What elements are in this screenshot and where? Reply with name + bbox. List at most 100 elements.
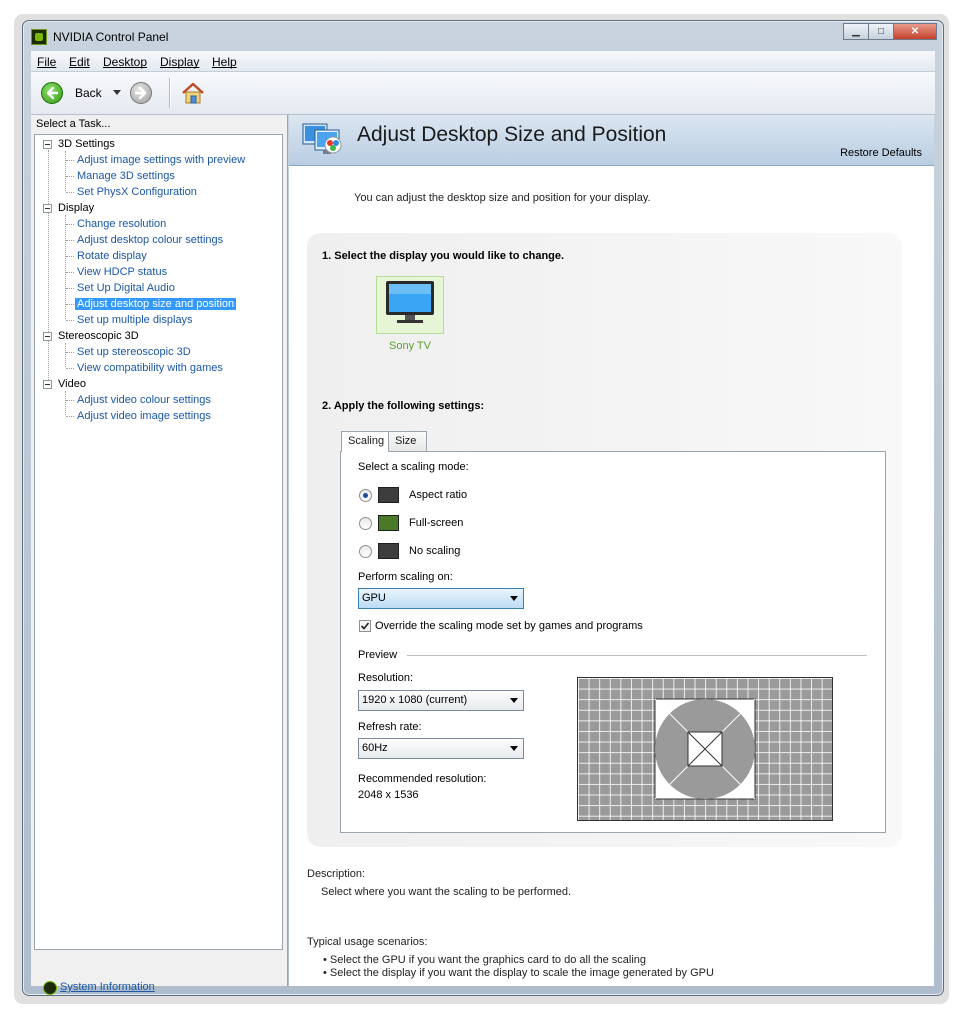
tab-scaling[interactable]: Scaling bbox=[341, 431, 389, 452]
menu-desktop[interactable]: Desktop bbox=[103, 55, 147, 69]
back-button[interactable] bbox=[41, 82, 63, 104]
tree-connector bbox=[66, 320, 74, 321]
sidebar-item-label: Rotate display bbox=[77, 250, 147, 262]
sidebar-item-multiple-displays[interactable]: Set up multiple displays bbox=[75, 312, 195, 328]
sidebar-item-label: Set up multiple displays bbox=[77, 314, 193, 326]
scaling-mode-label: Select a scaling mode: bbox=[358, 461, 469, 473]
close-button[interactable]: ✕ bbox=[893, 23, 937, 40]
refresh-rate-dropdown[interactable]: 60Hz bbox=[358, 738, 524, 759]
usage-item: • Select the display if you want the dis… bbox=[323, 967, 714, 979]
system-info-icon bbox=[43, 981, 57, 995]
display-name: Sony TV bbox=[389, 340, 431, 352]
checkmark-icon bbox=[360, 622, 370, 630]
perform-scaling-dropdown[interactable]: GPU bbox=[358, 588, 524, 609]
nvidia-icon bbox=[31, 29, 47, 45]
mode-label-no-scaling[interactable]: No scaling bbox=[409, 545, 460, 557]
category-label: Video bbox=[58, 378, 86, 390]
scaling-tab-body: Select a scaling mode: Aspect ratio Full… bbox=[340, 451, 886, 833]
perform-scaling-label: Perform scaling on: bbox=[358, 571, 453, 583]
sidebar-item-hdcp-status[interactable]: View HDCP status bbox=[75, 264, 169, 280]
menu-help[interactable]: Help bbox=[212, 55, 237, 69]
sidebar-item-desktop-colour[interactable]: Adjust desktop colour settings bbox=[75, 232, 225, 248]
tree-category-video[interactable]: Video bbox=[43, 376, 86, 392]
menu-display[interactable]: Display bbox=[160, 55, 199, 69]
tree-connector bbox=[66, 368, 74, 369]
tree-category-3d-settings[interactable]: 3D Settings bbox=[43, 136, 115, 152]
tree-connector bbox=[66, 224, 74, 225]
resolution-dropdown[interactable]: 1920 x 1080 (current) bbox=[358, 690, 524, 711]
toolbar-separator bbox=[169, 78, 170, 108]
history-dropdown-arrow-icon[interactable] bbox=[113, 90, 121, 95]
sidebar-item-desktop-size-position[interactable]: Adjust desktop size and position bbox=[75, 296, 237, 312]
chevron-down-icon bbox=[510, 698, 518, 703]
collapse-icon[interactable] bbox=[43, 332, 52, 341]
restore-defaults-link[interactable]: Restore Defaults bbox=[840, 147, 922, 159]
collapse-icon[interactable] bbox=[43, 204, 52, 213]
sidebar-item-physx[interactable]: Set PhysX Configuration bbox=[75, 184, 199, 200]
content-pane: Adjust Desktop Size and Position Restore… bbox=[289, 115, 934, 986]
sidebar-item-label: Adjust desktop colour settings bbox=[77, 234, 224, 246]
system-information-label[interactable]: System Information bbox=[60, 981, 155, 993]
sidebar-item-change-resolution[interactable]: Change resolution bbox=[75, 216, 168, 232]
radio-aspect-ratio[interactable] bbox=[359, 489, 372, 502]
title-bar[interactable]: NVIDIA Control Panel ▁ □ ✕ bbox=[23, 21, 943, 51]
tree-connector bbox=[66, 416, 74, 417]
tree-branch-line bbox=[65, 391, 66, 415]
category-label: Stereoscopic 3D bbox=[58, 330, 139, 342]
display-tile-sony-tv[interactable] bbox=[376, 276, 444, 334]
tree-connector bbox=[66, 352, 74, 353]
tree-connector bbox=[66, 288, 74, 289]
maximize-icon: □ bbox=[877, 26, 885, 37]
radio-no-scaling[interactable] bbox=[359, 545, 372, 558]
sidebar-item-video-colour[interactable]: Adjust video colour settings bbox=[75, 392, 213, 408]
tree-connector bbox=[66, 272, 74, 273]
collapse-icon[interactable] bbox=[43, 380, 52, 389]
menu-file[interactable]: File bbox=[37, 55, 56, 69]
page-header: Adjust Desktop Size and Position Restore… bbox=[289, 115, 934, 166]
sidebar-item-compatibility[interactable]: View compatibility with games bbox=[75, 360, 225, 376]
step-1-heading: 1. Select the display you would like to … bbox=[322, 250, 565, 262]
collapse-icon[interactable] bbox=[43, 140, 52, 149]
mode-label-full-screen[interactable]: Full-screen bbox=[409, 517, 463, 529]
tree-branch-line bbox=[65, 343, 66, 367]
preview-label: Preview bbox=[358, 649, 398, 661]
sidebar-item-rotate-display[interactable]: Rotate display bbox=[75, 248, 149, 264]
home-icon[interactable] bbox=[180, 80, 206, 106]
task-pane: Select a Task... 3D Settings Adjust imag… bbox=[31, 115, 288, 995]
preview-separator bbox=[407, 655, 867, 656]
no-scaling-icon bbox=[378, 543, 399, 559]
step-2-heading: 2. Apply the following settings: bbox=[322, 400, 485, 412]
forward-button[interactable] bbox=[130, 82, 152, 104]
chevron-down-icon bbox=[510, 746, 518, 751]
menu-edit[interactable]: Edit bbox=[69, 55, 90, 69]
back-label[interactable]: Back bbox=[75, 86, 102, 100]
override-label[interactable]: Override the scaling mode set by games a… bbox=[375, 620, 643, 632]
window-controls: ▁ □ ✕ bbox=[843, 23, 937, 40]
sidebar-item-video-image[interactable]: Adjust video image settings bbox=[75, 408, 213, 424]
radio-full-screen[interactable] bbox=[359, 517, 372, 530]
sidebar-item-setup-stereoscopic[interactable]: Set up stereoscopic 3D bbox=[75, 344, 193, 360]
sidebar-item-digital-audio[interactable]: Set Up Digital Audio bbox=[75, 280, 177, 296]
full-screen-icon bbox=[378, 515, 399, 531]
override-checkbox[interactable] bbox=[359, 620, 371, 632]
settings-panel: 1. Select the display you would like to … bbox=[307, 233, 902, 847]
menu-bar: File Edit Desktop Display Help bbox=[31, 51, 935, 72]
category-label: 3D Settings bbox=[58, 138, 115, 150]
tab-size[interactable]: Size bbox=[388, 431, 427, 451]
mode-label-aspect-ratio[interactable]: Aspect ratio bbox=[409, 489, 467, 501]
tree-category-stereoscopic-3d[interactable]: Stereoscopic 3D bbox=[43, 328, 139, 344]
arrow-right-icon bbox=[134, 86, 147, 100]
tree-category-display[interactable]: Display bbox=[43, 200, 94, 216]
toolbar: Back bbox=[31, 72, 935, 115]
minimize-icon: ▁ bbox=[852, 26, 860, 37]
description-text: Select where you want the scaling to be … bbox=[321, 886, 572, 898]
app-window: NVIDIA Control Panel ▁ □ ✕ File Edit Des… bbox=[22, 20, 944, 996]
maximize-button[interactable]: □ bbox=[868, 23, 894, 40]
sidebar-item-manage-3d-settings[interactable]: Manage 3D settings bbox=[75, 168, 177, 184]
tree-connector bbox=[66, 192, 74, 193]
sidebar-item-adjust-image-settings[interactable]: Adjust image settings with preview bbox=[75, 152, 247, 168]
minimize-button[interactable]: ▁ bbox=[843, 23, 869, 40]
window-title: NVIDIA Control Panel bbox=[53, 30, 169, 44]
tree-connector bbox=[66, 400, 74, 401]
sidebar-item-label: Set PhysX Configuration bbox=[77, 186, 197, 198]
